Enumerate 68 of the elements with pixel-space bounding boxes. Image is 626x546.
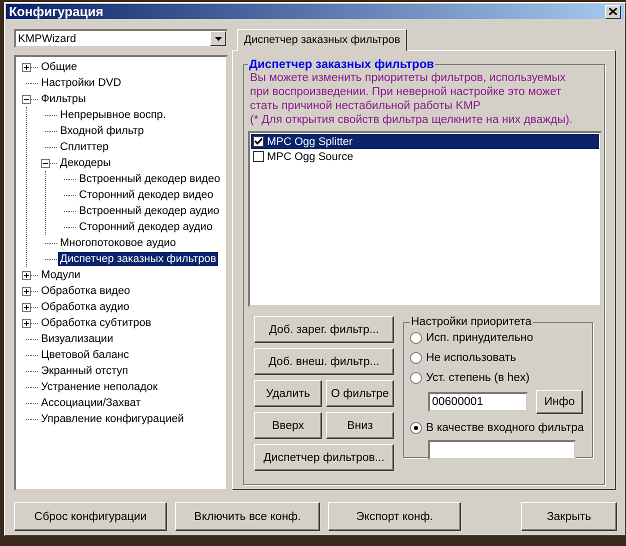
- profile-dropdown[interactable]: KMPWizard: [14, 29, 228, 48]
- expand-icon[interactable]: [22, 302, 31, 312]
- filter-row[interactable]: MPC Ogg Source: [251, 149, 599, 164]
- tree-item[interactable]: Сплиттер: [58, 140, 111, 154]
- tree-item[interactable]: Настройки DVD: [39, 76, 124, 90]
- hex-field[interactable]: 00600001: [428, 392, 528, 412]
- collapse-icon[interactable]: [41, 158, 50, 168]
- action-button[interactable]: Диспетчер фильтров...: [254, 444, 394, 471]
- tree-item[interactable]: Управление конфигурацией: [39, 412, 186, 426]
- radio-label[interactable]: В качестве входного фильтра: [426, 422, 584, 434]
- filter-row[interactable]: MPC Ogg Splitter: [251, 134, 599, 149]
- radio-button[interactable]: [410, 372, 422, 384]
- tree-item[interactable]: Встроенный декодер аудио: [77, 204, 222, 218]
- tree-item[interactable]: Устранение неполадок: [39, 380, 160, 394]
- expand-icon[interactable]: [22, 318, 31, 328]
- tree-item[interactable]: Экранный отступ: [39, 364, 130, 378]
- tree-item[interactable]: Обработка аудио: [39, 300, 132, 314]
- close-icon: [609, 8, 617, 15]
- priority-title: Настройки приоритета: [410, 316, 533, 328]
- tree-item[interactable]: Входной фильтр: [58, 124, 146, 138]
- tree-item[interactable]: Сторонний декодер аудио: [77, 220, 215, 234]
- action-button[interactable]: Доб. зарег. фильтр...: [254, 316, 394, 343]
- expand-icon[interactable]: [22, 62, 31, 72]
- tree-item[interactable]: Непрерывное воспр.: [58, 108, 168, 122]
- action-button[interactable]: О фильтре: [326, 380, 394, 407]
- input-field[interactable]: [428, 440, 576, 460]
- radio-label[interactable]: Уст. степень (в hex): [426, 372, 530, 384]
- footer-button[interactable]: Сброс конфигурации: [14, 502, 167, 531]
- action-button[interactable]: Вверх: [254, 412, 322, 439]
- footer-button[interactable]: Экспорт конф.: [328, 502, 461, 531]
- tree-item[interactable]: Многопотоковое аудио: [58, 236, 178, 250]
- action-button[interactable]: Удалить: [254, 380, 322, 407]
- description-text: Вы можете изменить приоритеты фильтров, используемых при воспроизведении. При неверной настройке это может стать причиной нестабильной работы KMP: [250, 71, 567, 113]
- group-title: Диспетчер заказных фильтров: [248, 57, 436, 71]
- footer-button[interactable]: Включить все конф.: [175, 502, 320, 531]
- tree-item[interactable]: Ассоциации/Захват: [39, 396, 143, 410]
- hint-text: (* Для открытия свойств фильтра щелкните на них дважды).: [250, 113, 574, 127]
- filter-name: MPC Ogg Source: [267, 150, 354, 162]
- collapse-icon[interactable]: [22, 94, 31, 104]
- radio-button[interactable]: [410, 332, 422, 344]
- tree-item[interactable]: Обработка видео: [39, 284, 132, 298]
- tree-item[interactable]: Модули: [39, 268, 82, 282]
- tree-item[interactable]: Диспетчер заказных фильтров: [58, 252, 218, 266]
- radio-label[interactable]: Исп. принудительно: [426, 332, 534, 344]
- dropdown-arrow-icon: [214, 36, 222, 40]
- tab[interactable]: Диспетчер заказных фильтров: [237, 29, 408, 51]
- close-button[interactable]: [605, 4, 621, 18]
- tree-item[interactable]: Фильтры: [39, 92, 88, 106]
- tree-item[interactable]: Встроенный декодер видео: [77, 172, 222, 186]
- checkbox[interactable]: [253, 151, 264, 162]
- tree-item[interactable]: Декодеры: [58, 156, 113, 170]
- checkbox[interactable]: [253, 136, 264, 147]
- tree-item[interactable]: Общие: [39, 60, 80, 74]
- window-title: Конфигурация: [9, 4, 104, 19]
- tree-item[interactable]: Сторонний декодер видео: [77, 188, 216, 202]
- action-button[interactable]: Вниз: [326, 412, 394, 439]
- expand-icon[interactable]: [22, 286, 31, 296]
- info-button[interactable]: Инфо: [536, 390, 583, 414]
- tree-item[interactable]: Визуализации: [39, 332, 116, 346]
- radio-label[interactable]: Не использовать: [426, 352, 516, 364]
- radio-button[interactable]: [410, 352, 422, 364]
- close-dialog-button[interactable]: Закрыть: [521, 502, 617, 531]
- filter-name: MPC Ogg Splitter: [267, 136, 353, 148]
- radio-button[interactable]: [410, 422, 422, 434]
- action-button[interactable]: Доб. внеш. фильтр...: [254, 348, 394, 375]
- expand-icon[interactable]: [22, 270, 31, 280]
- tree-item[interactable]: Обработка субтитров: [39, 316, 154, 330]
- tree-item[interactable]: Цветовой баланс: [39, 348, 131, 362]
